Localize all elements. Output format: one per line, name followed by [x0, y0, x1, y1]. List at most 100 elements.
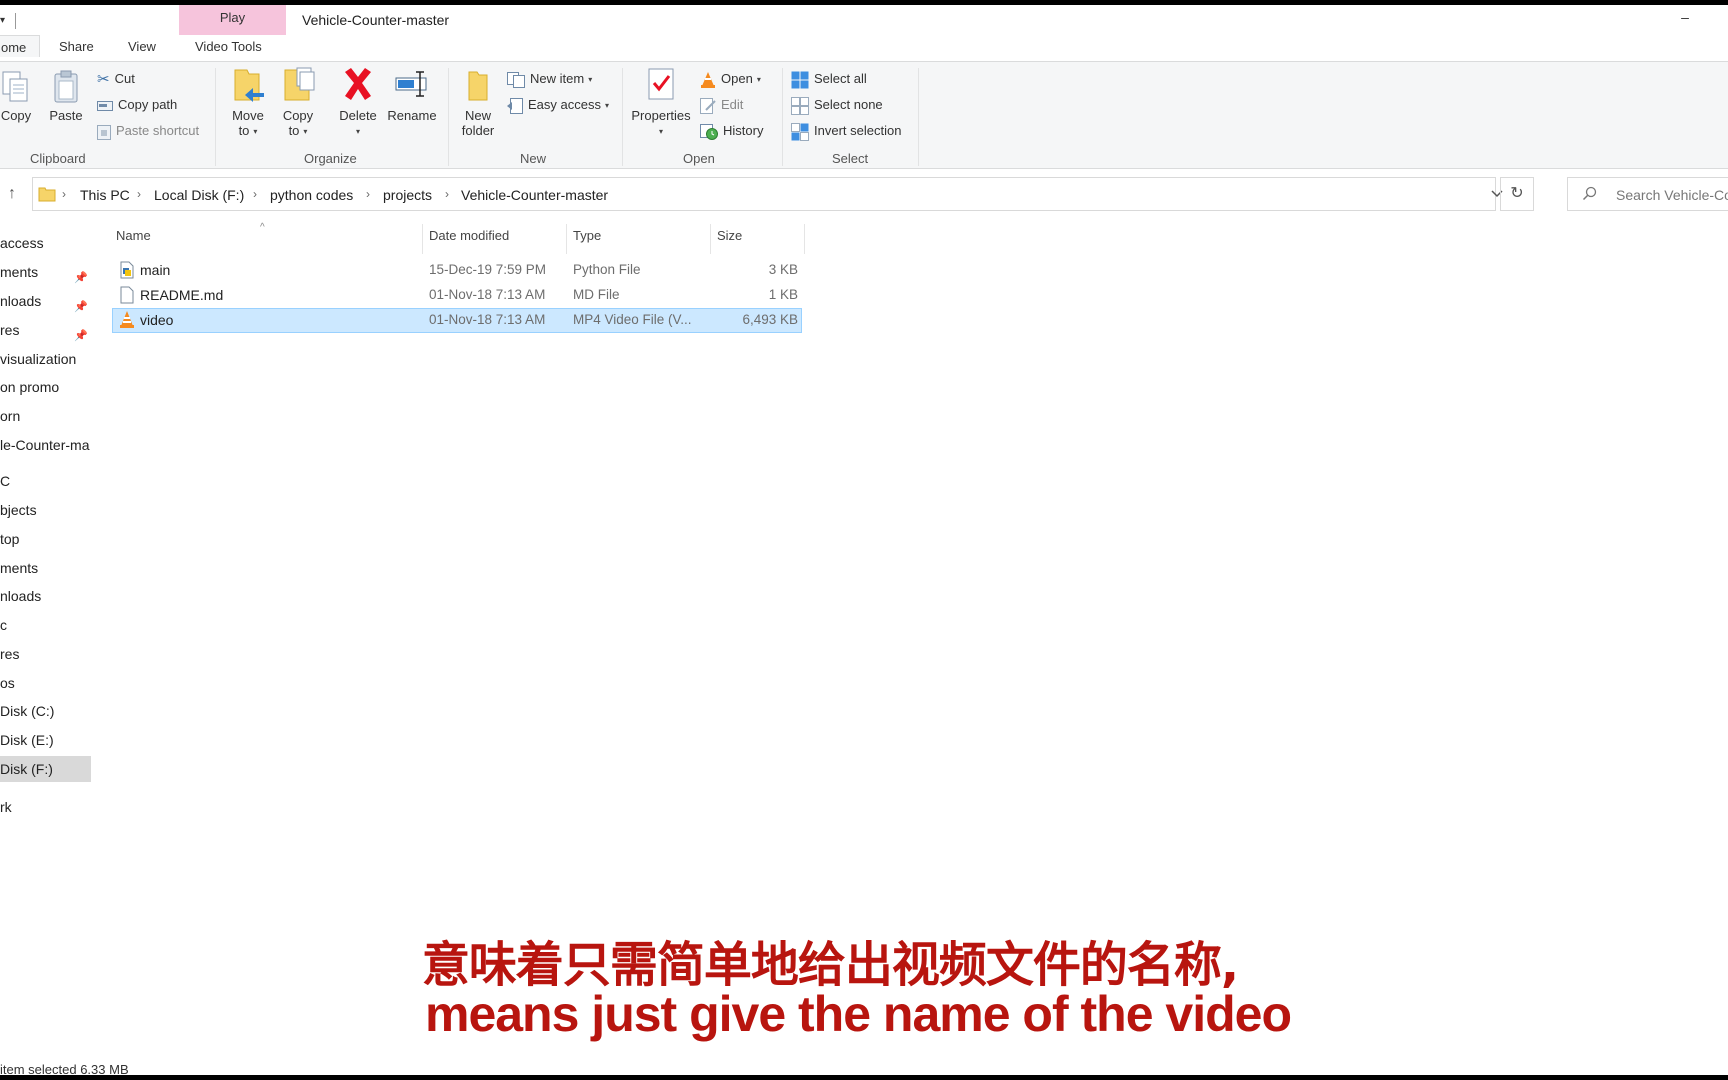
- nav-item[interactable]: res 📌: [0, 317, 91, 343]
- nav-item-label: on promo: [0, 379, 60, 395]
- nav-item[interactable]: os: [0, 670, 91, 696]
- breadcrumb-python-codes[interactable]: python codes: [270, 187, 353, 203]
- breadcrumb-local-disk-f[interactable]: Local Disk (F:): [154, 187, 244, 203]
- select-all-button[interactable]: Select all: [791, 69, 867, 89]
- tab-home[interactable]: ome: [0, 35, 40, 57]
- nav-item[interactable]: access: [0, 230, 91, 256]
- nav-item[interactable]: nloads 📌: [0, 288, 91, 314]
- edit-button[interactable]: Edit: [700, 95, 743, 115]
- nav-item[interactable]: le-Counter-ma: [0, 432, 91, 458]
- paste-shortcut-button[interactable]: Paste shortcut: [97, 121, 199, 141]
- nav-item[interactable]: C: [0, 468, 91, 494]
- pin-icon[interactable]: 📌: [74, 265, 88, 285]
- cut-button[interactable]: ✂ Cut: [97, 69, 135, 89]
- title-bar: ▾ Play Vehicle-Counter-master –: [0, 5, 1728, 35]
- column-separator[interactable]: [710, 224, 711, 254]
- screen-bottom-edge: [0, 1075, 1728, 1080]
- quick-access-dropdown-icon[interactable]: ▾: [0, 15, 5, 26]
- search-input[interactable]: Search Vehicle-Co: [1567, 177, 1728, 211]
- nav-item[interactable]: nloads: [0, 583, 91, 609]
- nav-item[interactable]: orn: [0, 403, 91, 429]
- table-row[interactable]: main 15-Dec-19 7:59 PM Python File 3 KB: [112, 258, 802, 283]
- nav-item[interactable]: c: [0, 612, 91, 638]
- breadcrumb-projects[interactable]: projects: [383, 187, 432, 203]
- file-type: MP4 Video File (V...: [573, 312, 692, 327]
- nav-item-label: res: [0, 322, 20, 338]
- easy-access-button[interactable]: Easy access ▾: [507, 95, 609, 115]
- cut-label: Cut: [114, 71, 135, 86]
- properties-label: Properties: [631, 108, 691, 123]
- copy-to-icon: [284, 67, 315, 101]
- nav-item[interactable]: Disk (F:): [0, 756, 91, 782]
- breadcrumb-chevron-icon[interactable]: ›: [366, 187, 370, 201]
- nav-item[interactable]: bjects: [0, 497, 91, 523]
- nav-item-label: rk: [0, 799, 12, 815]
- nav-item[interactable]: rk: [0, 794, 91, 820]
- copy-button[interactable]: Copy: [0, 70, 32, 123]
- invert-selection-button[interactable]: Invert selection: [791, 121, 901, 141]
- new-folder-button[interactable]: New folder: [456, 66, 500, 138]
- breadcrumb-chevron-icon[interactable]: ›: [137, 187, 141, 201]
- new-item-dropdown-icon: ▾: [588, 74, 593, 84]
- column-header-type[interactable]: Type: [573, 228, 601, 243]
- column-header-date[interactable]: Date modified: [429, 228, 509, 243]
- paste-button[interactable]: Paste: [48, 70, 84, 123]
- file-type: MD File: [573, 287, 620, 302]
- paste-shortcut-label: Paste shortcut: [116, 123, 200, 138]
- scissors-icon: ✂: [97, 70, 110, 88]
- nav-item[interactable]: visualization: [0, 346, 91, 372]
- folder-icon: [38, 187, 56, 202]
- table-row-selected[interactable]: video 01-Nov-18 7:13 AM MP4 Video File (…: [112, 308, 802, 333]
- column-separator[interactable]: [804, 224, 805, 254]
- nav-item[interactable]: top: [0, 526, 91, 552]
- vlc-cone-icon: [120, 311, 134, 328]
- column-header-size[interactable]: Size: [717, 228, 742, 243]
- breadcrumb-this-pc[interactable]: This PC: [80, 187, 130, 203]
- file-date: 15-Dec-19 7:59 PM: [429, 262, 547, 277]
- new-folder-label-2: folder: [461, 123, 495, 138]
- breadcrumb-vehicle-counter-master[interactable]: Vehicle-Counter-master: [461, 187, 608, 203]
- select-none-button[interactable]: Select none: [791, 95, 883, 115]
- column-separator[interactable]: [566, 224, 567, 254]
- ribbon: Copy Paste ✂ Cut Copy path Paste shortcut…: [0, 61, 1728, 169]
- ribbon-separator: [622, 68, 623, 166]
- file-date: 01-Nov-18 7:13 AM: [429, 312, 546, 327]
- open-button[interactable]: Open ▾: [700, 69, 761, 89]
- nav-item[interactable]: Disk (E:): [0, 727, 91, 753]
- pin-icon[interactable]: 📌: [74, 323, 88, 343]
- nav-item[interactable]: ments: [0, 555, 91, 581]
- breadcrumb-chevron-icon[interactable]: ›: [445, 187, 449, 201]
- pin-icon[interactable]: 📌: [74, 294, 88, 314]
- nav-item[interactable]: Disk (C:): [0, 698, 91, 724]
- nav-item[interactable]: ments 📌: [0, 259, 91, 285]
- sort-ascending-icon: ^: [260, 222, 265, 233]
- refresh-icon[interactable]: ↻: [1500, 177, 1534, 211]
- delete-button[interactable]: Delete ▾: [336, 66, 380, 139]
- history-button[interactable]: History: [700, 121, 763, 141]
- python-file-icon: [120, 261, 134, 279]
- nav-item-label: res: [0, 646, 20, 662]
- tab-video-tools[interactable]: Video Tools: [195, 39, 262, 54]
- up-arrow-icon[interactable]: ↑: [8, 185, 16, 203]
- move-to-button[interactable]: Move to ▾: [228, 66, 268, 139]
- nav-item-label: c: [0, 617, 7, 633]
- column-separator[interactable]: [422, 224, 423, 254]
- properties-button[interactable]: Properties ▾: [628, 66, 694, 139]
- minimize-button[interactable]: –: [1677, 9, 1693, 25]
- column-header-name[interactable]: Name: [116, 228, 151, 243]
- play-context-tab[interactable]: Play: [179, 5, 286, 35]
- copy-to-button[interactable]: Copy to ▾: [278, 66, 318, 139]
- address-bar[interactable]: › This PC › Local Disk (F:) › python cod…: [32, 177, 1503, 211]
- invert-selection-icon: [791, 122, 809, 141]
- table-row[interactable]: README.md 01-Nov-18 7:13 AM MD File 1 KB: [112, 283, 802, 308]
- nav-item[interactable]: on promo: [0, 374, 91, 400]
- new-item-button[interactable]: New item ▾: [507, 69, 592, 89]
- new-folder-icon: [468, 71, 488, 101]
- breadcrumb-chevron-icon[interactable]: ›: [253, 187, 257, 201]
- nav-item[interactable]: res: [0, 641, 91, 667]
- breadcrumb-chevron-icon[interactable]: ›: [62, 187, 66, 201]
- tab-view[interactable]: View: [128, 39, 156, 54]
- copy-path-button[interactable]: Copy path: [97, 95, 177, 115]
- tab-share[interactable]: Share: [59, 39, 94, 54]
- rename-button[interactable]: Rename: [386, 66, 438, 123]
